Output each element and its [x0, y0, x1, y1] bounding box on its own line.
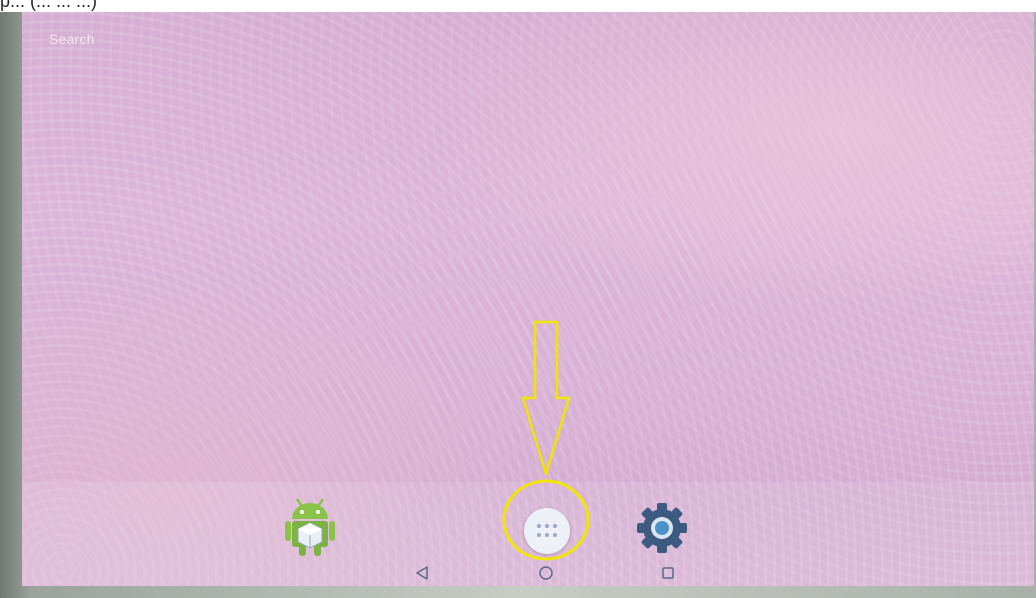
recents-square-icon[interactable]: [655, 560, 681, 586]
android-robot-icon[interactable]: [284, 499, 336, 557]
back-triangle-icon[interactable]: [409, 560, 435, 586]
caption-text: p... (... ... ...): [0, 0, 98, 11]
navigation-bar: [22, 560, 1034, 586]
gear-icon[interactable]: [634, 500, 690, 556]
cropped-caption: p... (... ... ...): [0, 0, 1036, 12]
app-drawer-button[interactable]: [524, 508, 570, 554]
app-drawer-dots-icon: [537, 524, 557, 537]
search-bar[interactable]: Search: [49, 31, 95, 47]
home-circle-icon[interactable]: [533, 560, 559, 586]
android-home-screen: Search: [22, 12, 1034, 586]
